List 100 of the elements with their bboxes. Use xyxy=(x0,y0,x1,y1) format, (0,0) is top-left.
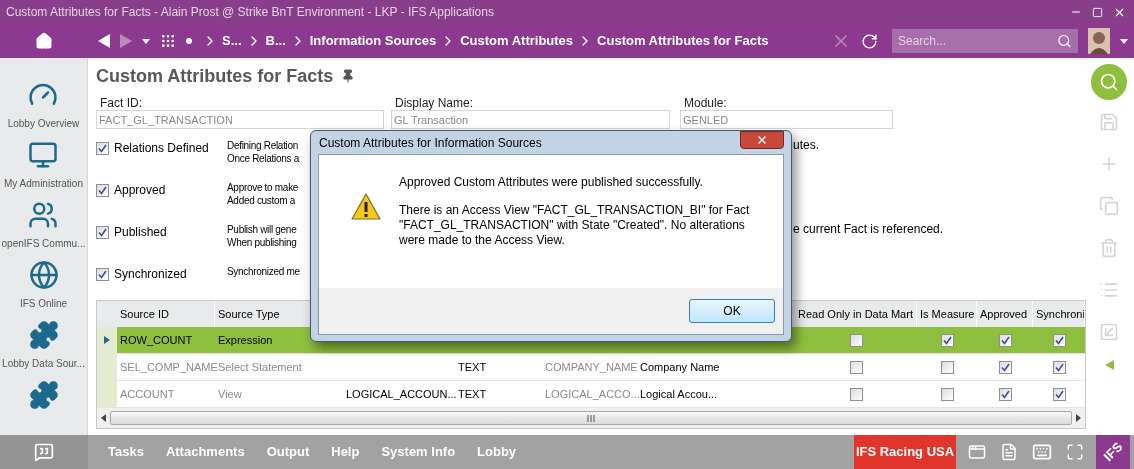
table-cell: LOGICAL_ACCO... xyxy=(545,387,640,400)
dot-icon[interactable] xyxy=(186,38,192,44)
window-title: Custom Attributes for Facts - Alain Prost @ Strike BnT Environment - LKP - IFS Applications xyxy=(6,4,494,21)
sidebar-item[interactable]: Lobby Overview xyxy=(7,116,80,131)
document-icon[interactable] xyxy=(1000,443,1018,461)
horizontal-scrollbar[interactable] xyxy=(97,408,1085,428)
checkbox[interactable] xyxy=(849,387,863,401)
checkbox[interactable] xyxy=(96,141,109,155)
table-cell: LOGICAL_ACCOUN... xyxy=(346,387,457,400)
breadcrumb[interactable]: S... xyxy=(222,31,242,51)
description-text: Approve to make xyxy=(227,181,300,194)
description-text: Once Relations a xyxy=(227,152,301,165)
checkbox-label: Approved xyxy=(114,182,166,199)
people-icon[interactable] xyxy=(28,200,59,230)
checkbox[interactable] xyxy=(940,333,954,347)
avatar[interactable] xyxy=(1088,28,1110,54)
puzzle-icon[interactable] xyxy=(28,380,59,410)
windows-icon[interactable] xyxy=(968,443,986,461)
search-input[interactable]: Search... xyxy=(898,32,1058,50)
computer-icon[interactable] xyxy=(28,140,59,170)
scroll-right-icon[interactable] xyxy=(1076,414,1081,422)
breadcrumb[interactable]: Custom Attributes for Facts xyxy=(597,31,769,51)
table-cell: Expression xyxy=(218,333,273,346)
checkbox[interactable] xyxy=(998,387,1012,401)
ok-button[interactable]: OK xyxy=(689,299,775,323)
table-cell: TEXT xyxy=(458,387,487,400)
back-icon[interactable] xyxy=(98,34,110,48)
checkbox[interactable] xyxy=(1052,360,1066,374)
field-label: Display Name: xyxy=(394,95,475,110)
search-icon[interactable] xyxy=(1057,33,1072,49)
scrollbar-thumb[interactable] xyxy=(110,411,1072,425)
checkbox[interactable] xyxy=(96,225,109,239)
row-pointer-icon xyxy=(104,336,110,344)
description-text: Publish will gene xyxy=(227,223,298,236)
table-cell: COMPANY_NAME xyxy=(545,360,638,373)
sidebar-item[interactable]: openIFS Commu... xyxy=(1,236,86,251)
checkbox[interactable] xyxy=(1052,333,1066,347)
checkbox-label: Relations Defined xyxy=(114,140,209,157)
checkbox[interactable] xyxy=(849,360,863,374)
description-text: Defining Relation xyxy=(227,139,300,152)
table-cell: ROW_COUNT xyxy=(120,333,193,346)
keyboard-icon[interactable] xyxy=(1032,442,1052,462)
checkbox[interactable] xyxy=(940,387,954,401)
dialog-message: There is an Access View "FACT_GL_TRANSACTION_BI" for Fact "FACT_GL_TRANSACTION" with State "Created". No alterations were made to the Access View. xyxy=(399,203,751,248)
table-row[interactable]: SEL_COMP_NAMESelect Statement TEXT COMPANY_NAME Company Name xyxy=(97,354,1085,381)
checkbox[interactable] xyxy=(96,183,109,197)
table-cell: Select Statement xyxy=(218,360,302,373)
home-icon[interactable] xyxy=(35,32,53,50)
close-icon xyxy=(756,134,768,146)
caret-icon[interactable] xyxy=(1120,38,1128,44)
search-icon xyxy=(1099,72,1119,92)
checkbox-label: Synchronized xyxy=(114,266,187,283)
description-text: When publishing xyxy=(227,236,298,249)
checkbox[interactable] xyxy=(998,360,1012,374)
breadcrumb[interactable]: Information Sources xyxy=(309,31,437,51)
puzzle-icon[interactable] xyxy=(28,320,59,350)
pin-icon[interactable] xyxy=(341,69,356,83)
table-cell: Company Name xyxy=(640,360,720,373)
checkbox[interactable] xyxy=(96,267,109,281)
checkbox[interactable] xyxy=(940,360,954,374)
sidebar-item[interactable]: IFS Online xyxy=(19,296,68,311)
description-text: utes. xyxy=(793,139,819,152)
table-row[interactable]: ACCOUNT View LOGICAL_ACCOUN...TEXT LOGICAL_ACCO...Logical Accou... xyxy=(97,381,1085,408)
caret-icon[interactable] xyxy=(142,38,150,44)
field-label: Fact ID: xyxy=(99,95,143,110)
checkbox[interactable] xyxy=(998,333,1012,347)
checkbox-label: Published xyxy=(114,224,167,241)
logo[interactable]: IFS xyxy=(1096,435,1130,469)
text-field[interactable]: FACT_GL_TRANSACTION xyxy=(96,110,384,129)
search-field[interactable]: Search... xyxy=(892,29,1078,53)
description-text: Added custom a xyxy=(227,194,297,207)
maximize-icon[interactable] xyxy=(1092,6,1103,18)
refresh-icon[interactable] xyxy=(861,32,878,50)
table-cell: Logical Accou... xyxy=(640,387,718,400)
globe-icon[interactable] xyxy=(28,260,59,290)
checkbox[interactable] xyxy=(1052,387,1066,401)
text-field[interactable]: GL Transaction xyxy=(391,110,670,129)
field-label: Module: xyxy=(683,95,728,110)
grid-icon[interactable] xyxy=(160,33,176,49)
scroll-left-icon[interactable] xyxy=(101,414,106,422)
description-text: e current Fact is referenced. xyxy=(793,223,944,236)
fullscreen-icon[interactable] xyxy=(1066,443,1084,461)
page-title: Custom Attributes for Facts xyxy=(96,64,334,88)
warning-icon xyxy=(351,193,381,221)
sidebar-item[interactable]: Lobby Data Sour... xyxy=(2,356,85,371)
table-cell: View xyxy=(218,387,242,400)
checkbox[interactable] xyxy=(849,333,863,347)
dialog-message: Approved Custom Attributes were published successfully. xyxy=(399,175,704,190)
table-cell: SEL_COMP_NAME xyxy=(120,360,218,373)
dialog-title: Custom Attributes for Information Sources xyxy=(319,134,542,152)
sidebar-item[interactable]: My Administration xyxy=(4,176,83,191)
table-cell: ACCOUNT xyxy=(120,387,175,400)
text-field[interactable]: GENLED xyxy=(680,110,893,129)
table-cell: TEXT xyxy=(458,360,487,373)
close-button[interactable] xyxy=(740,131,784,149)
breadcrumb[interactable]: Custom Attributes xyxy=(460,31,574,51)
breadcrumb[interactable]: B... xyxy=(265,31,286,51)
description-text: Synchronized me xyxy=(227,265,301,278)
chat-icon[interactable] xyxy=(34,442,54,462)
company-badge[interactable]: IFS Racing USA xyxy=(854,435,956,469)
